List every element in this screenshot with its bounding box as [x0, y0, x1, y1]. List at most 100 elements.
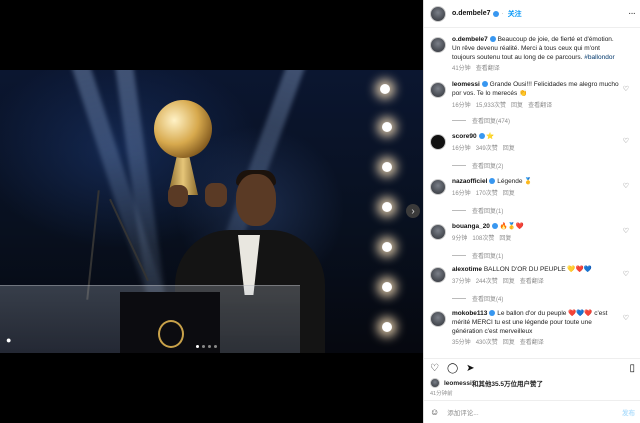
- translate-link[interactable]: 查看翻译: [520, 340, 544, 346]
- comment-author[interactable]: alexotime: [452, 266, 482, 273]
- stage-light: [382, 162, 392, 172]
- heart-icon[interactable]: ♡: [623, 137, 629, 145]
- heart-icon[interactable]: ♡: [623, 270, 629, 278]
- action-bar: ♡ ◯ ➤ ▯: [424, 358, 640, 378]
- comment-icon[interactable]: ◯: [447, 363, 458, 374]
- posted-time: 41分钟前: [430, 391, 453, 397]
- comment-likes[interactable]: 430次赞: [476, 340, 498, 346]
- verified-icon: [489, 310, 496, 317]
- microphone-stand: [86, 190, 100, 300]
- avatar[interactable]: [430, 311, 446, 327]
- comment-author[interactable]: nazaofficiel: [452, 178, 487, 185]
- comment-likes[interactable]: 170次赞: [476, 191, 498, 197]
- translate-link[interactable]: 查看翻译: [528, 103, 552, 109]
- reply-button[interactable]: 回复: [499, 236, 511, 242]
- comment-author[interactable]: mokobe113: [452, 310, 487, 317]
- comments-scroll[interactable]: o.dembele7 Beaucoup de joie, de fierté e…: [424, 28, 640, 358]
- hashtag-link[interactable]: #ballondor: [584, 54, 614, 61]
- comment: alexotime BALLON D'OR DU PEUPLE 💛❤️💙 37分…: [430, 266, 635, 286]
- verified-icon: [489, 36, 496, 43]
- comment-time: 9分钟: [452, 235, 468, 242]
- view-replies[interactable]: 查看回复(2): [452, 161, 503, 170]
- reply-button[interactable]: 回复: [503, 279, 515, 285]
- person-hand: [205, 183, 227, 207]
- likes-user[interactable]: leomessi: [444, 380, 472, 387]
- view-replies[interactable]: 查看回复(1): [452, 251, 503, 260]
- comment: nazaofficiel Légende 🥇 16分钟 170次赞 回复 ♡: [430, 178, 635, 198]
- carousel-dot: [208, 345, 211, 348]
- comment-time: 16分钟: [452, 190, 471, 197]
- stage-light: [382, 122, 392, 132]
- comment: leomessi Grande Ousi!!! Felicidades me a…: [430, 81, 635, 110]
- emoji-icon[interactable]: ☺: [430, 407, 439, 417]
- avatar[interactable]: [430, 82, 446, 98]
- post-details-panel: o.dembele7 · 关注 ··· o.dembele7 Beaucoup …: [423, 0, 640, 423]
- comment-author[interactable]: bouanga_20: [452, 223, 490, 230]
- reply-button[interactable]: 回复: [503, 146, 515, 152]
- post-photo[interactable]: ●: [0, 70, 423, 353]
- avatar[interactable]: [430, 37, 446, 53]
- view-replies[interactable]: 查看回复(1): [452, 206, 503, 215]
- comment-likes[interactable]: 349次赞: [476, 146, 498, 152]
- comment: score90 ⭐ 16分钟 349次赞 回复 ♡: [430, 133, 635, 153]
- user-tag-icon[interactable]: ●: [6, 335, 16, 345]
- carousel-dot: [202, 345, 205, 348]
- verified-icon: [478, 133, 485, 140]
- carousel-indicator: [196, 345, 217, 348]
- reply-button[interactable]: 回复: [511, 103, 523, 109]
- translate-link[interactable]: 查看翻译: [476, 66, 500, 72]
- author-username[interactable]: o.dembele7: [452, 10, 491, 17]
- likes-suffix: 和其他35.5万位用户赞了: [471, 381, 543, 388]
- heart-icon[interactable]: ♡: [623, 227, 629, 235]
- avatar[interactable]: [430, 5, 446, 22]
- more-icon[interactable]: ···: [628, 8, 636, 19]
- comment-text: ⭐: [486, 133, 495, 140]
- comment-likes[interactable]: 244次赞: [476, 279, 498, 285]
- golden-ball-trophy: [154, 100, 212, 158]
- instagram-post-viewer: ● › o.dembele7 · 关注 ··· o.dembele7 Beauc…: [0, 0, 640, 423]
- comment-author[interactable]: score90: [452, 133, 477, 140]
- comment-time: 37分钟: [452, 278, 471, 285]
- avatar[interactable]: [430, 179, 446, 195]
- post-button[interactable]: 发布: [622, 407, 635, 417]
- caption-author[interactable]: o.dembele7: [452, 36, 488, 43]
- comment-input[interactable]: 添加评论...: [447, 407, 622, 417]
- comment: bouanga_20 🔥🥇❤️ 9分钟 108次赞 回复 ♡: [430, 223, 635, 243]
- carousel-dot: [214, 345, 217, 348]
- stage-light: [382, 282, 392, 292]
- avatar: [430, 378, 440, 388]
- next-arrow-icon[interactable]: ›: [406, 204, 420, 218]
- club-crest-icon: [158, 320, 184, 348]
- stage-light: [382, 242, 392, 252]
- avatar[interactable]: [430, 134, 446, 150]
- comment-likes[interactable]: 108次赞: [472, 236, 494, 242]
- caption: o.dembele7 Beaucoup de joie, de fierté e…: [430, 36, 635, 73]
- post-header: o.dembele7 · 关注 ···: [424, 0, 640, 28]
- person-hand: [168, 185, 188, 207]
- translate-link[interactable]: 查看翻译: [520, 279, 544, 285]
- verified-icon: [492, 10, 499, 17]
- carousel-dot: [196, 345, 199, 348]
- comment-likes[interactable]: 15,933次赞: [476, 103, 506, 109]
- reply-button[interactable]: 回复: [503, 340, 515, 346]
- comment-composer: ☺ 添加评论... 发布: [424, 400, 640, 423]
- bookmark-icon[interactable]: ▯: [629, 363, 635, 374]
- view-replies[interactable]: 查看回复(4): [452, 294, 503, 303]
- view-replies[interactable]: 查看回复(474): [452, 116, 510, 125]
- heart-icon[interactable]: ♡: [623, 314, 629, 322]
- heart-icon[interactable]: ♡: [623, 85, 629, 93]
- stage-light: [382, 322, 392, 332]
- reply-button[interactable]: 回复: [503, 191, 515, 197]
- comment-time: 16分钟: [452, 145, 471, 152]
- comment-text: Légende 🥇: [497, 178, 533, 185]
- likes-summary[interactable]: leomessi 和其他35.5万位用户赞了: [430, 378, 543, 388]
- share-icon[interactable]: ➤: [466, 363, 474, 374]
- heart-icon[interactable]: ♡: [623, 182, 629, 190]
- follow-button[interactable]: 关注: [508, 9, 522, 19]
- avatar[interactable]: [430, 267, 446, 283]
- verified-icon: [491, 223, 498, 230]
- heart-icon[interactable]: ♡: [430, 363, 439, 374]
- comment-author[interactable]: leomessi: [452, 81, 480, 88]
- comment-text: BALLON D'OR DU PEUPLE 💛❤️💙: [483, 266, 592, 273]
- avatar[interactable]: [430, 224, 446, 240]
